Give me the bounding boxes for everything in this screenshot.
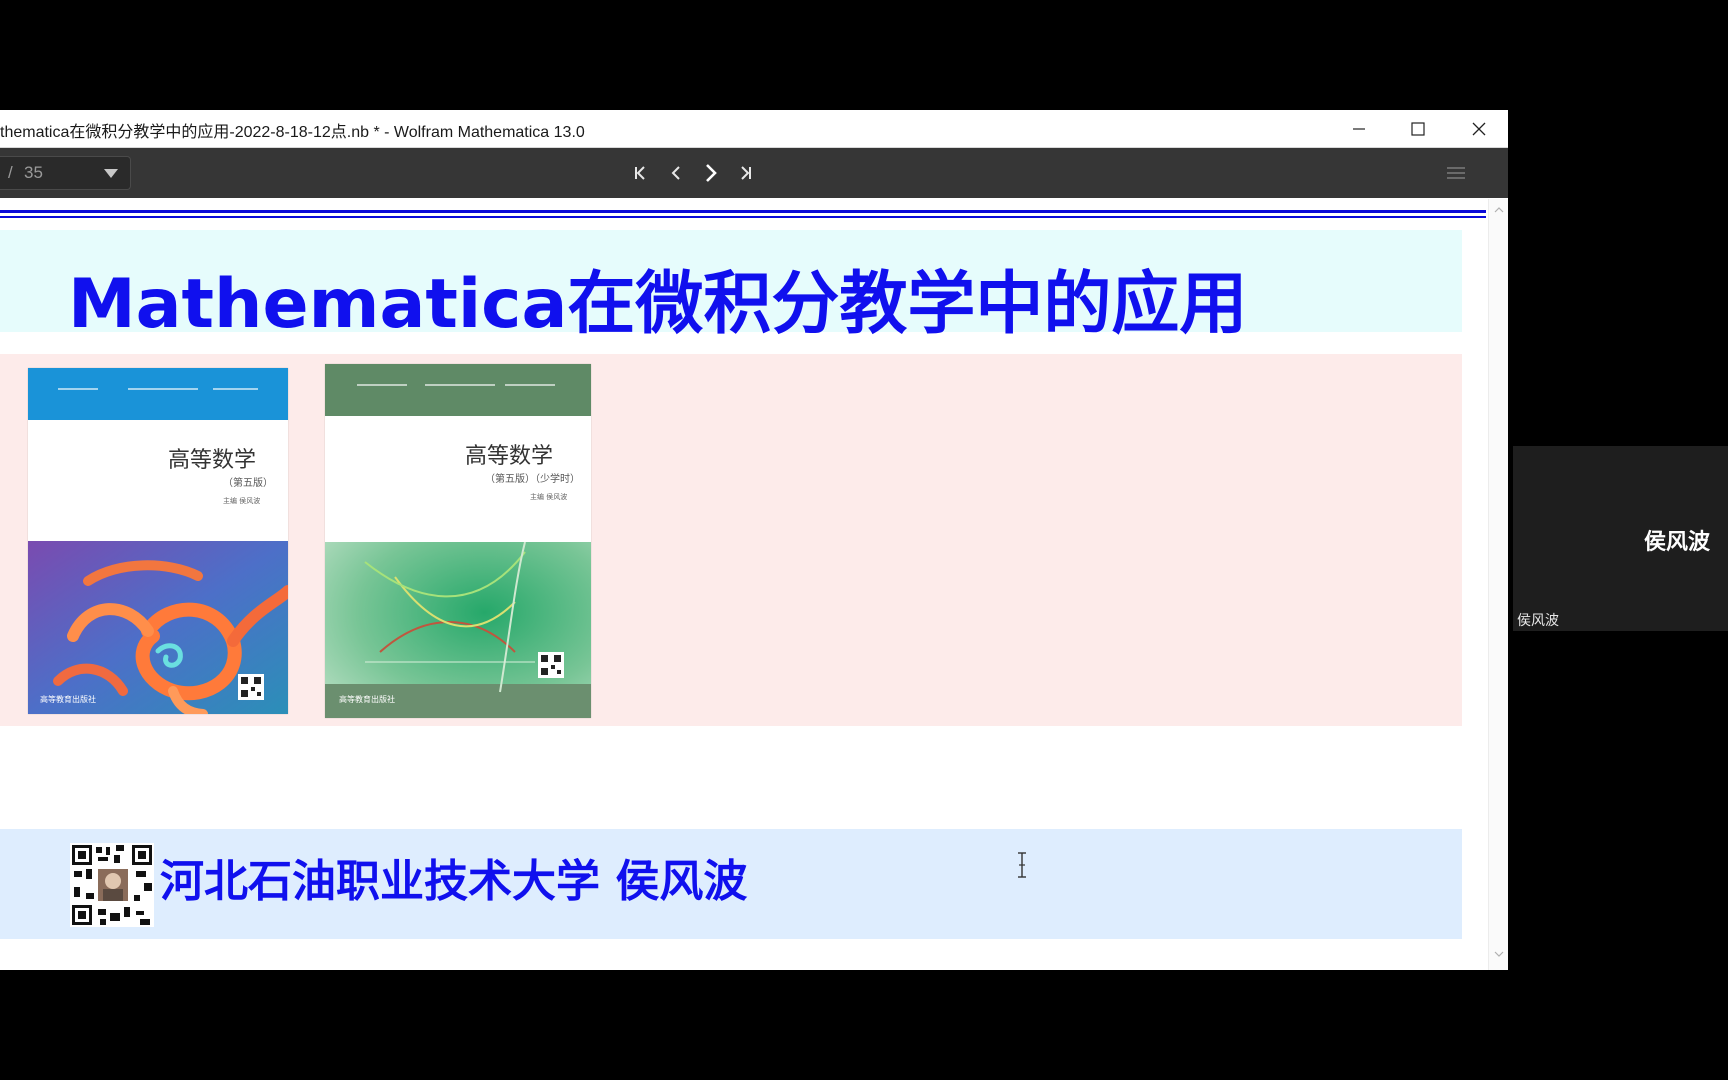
last-slide-button[interactable] (733, 160, 759, 186)
book-cover-2: 高等数学 （第五版）（少学时） 主编 侯风波 高等教育出版社 (325, 364, 591, 718)
image-cell[interactable]: 高等数学 （第五版） 主编 侯风波 高等教育出版社 高等数学 （第五版）（少学时… (0, 354, 1462, 726)
total-pages: 35 (24, 163, 43, 182)
previous-slide-icon (671, 166, 680, 180)
chevron-down-icon (1494, 951, 1504, 957)
band-line (357, 384, 407, 386)
participant-video-tile[interactable]: 侯风波 侯风波 (1513, 446, 1728, 631)
maximize-button[interactable] (1391, 110, 1445, 147)
scroll-down-button[interactable] (1492, 947, 1506, 961)
last-slide-icon (741, 166, 751, 180)
previous-slide-button[interactable] (663, 160, 689, 186)
curves-artwork (325, 542, 591, 718)
mathematica-window: thematica在微积分教学中的应用-2022-8-18-12点.nb * -… (0, 110, 1508, 970)
slide-content[interactable]: Mathematica在微积分教学中的应用 高等数学 （第五版） 主编 侯风波 (0, 199, 1508, 970)
book-title: 高等数学 (168, 448, 257, 473)
first-slide-icon (635, 166, 645, 180)
participant-name-large: 侯风波 (1643, 530, 1710, 555)
minimize-icon (1353, 127, 1365, 130)
book-publisher: 高等教育出版社 (339, 695, 395, 704)
chevron-down-icon (104, 169, 118, 178)
book-author: 主编 侯风波 (530, 493, 568, 501)
band-line (213, 388, 258, 390)
page-separator: / (8, 163, 13, 182)
slideshow-toolbar: / 35 (0, 148, 1508, 198)
book-cover-band (28, 368, 288, 420)
next-slide-icon (706, 164, 717, 182)
minimize-button[interactable] (1332, 110, 1386, 147)
page-selector[interactable]: / 35 (0, 156, 131, 190)
hamburger-menu-icon (1447, 167, 1465, 179)
slide-title: Mathematica在微积分教学中的应用 (68, 265, 1248, 344)
menu-button[interactable] (1442, 160, 1470, 186)
slide-top-rule (0, 210, 1486, 213)
book-title: 高等数学 (465, 444, 554, 469)
next-slide-button[interactable] (698, 160, 724, 186)
first-slide-button[interactable] (627, 160, 653, 186)
qr-code-icon (70, 843, 154, 927)
slide-top-rule-thin (0, 216, 1486, 218)
title-bar[interactable]: thematica在微积分教学中的应用-2022-8-18-12点.nb * -… (0, 110, 1508, 148)
book-cover-1: 高等数学 （第五版） 主编 侯风波 高等教育出版社 (28, 368, 288, 714)
book-publisher: 高等教育出版社 (40, 695, 96, 704)
footer-cell[interactable]: 河北石油职业技术大学 侯风波 (0, 829, 1462, 939)
window-title: thematica在微积分教学中的应用-2022-8-18-12点.nb * -… (0, 124, 585, 141)
band-line (58, 388, 98, 390)
close-icon (1472, 122, 1486, 135)
band-line (425, 384, 495, 386)
close-button[interactable] (1452, 110, 1506, 147)
participant-name-label: 侯风波 (1517, 613, 1559, 629)
book-cover-band (325, 364, 591, 416)
chevron-up-icon (1494, 207, 1504, 213)
vertical-scrollbar[interactable] (1488, 199, 1508, 970)
band-line (505, 384, 555, 386)
title-cell[interactable]: Mathematica在微积分教学中的应用 (0, 230, 1462, 344)
band-line (128, 388, 198, 390)
scroll-up-button[interactable] (1492, 203, 1506, 217)
book-subtitle: （第五版）（少学时） (485, 474, 580, 485)
spiral-artwork (28, 541, 288, 714)
book-author: 主编 侯风波 (223, 497, 261, 505)
footer-author-line: 河北石油职业技术大学 侯风波 (160, 856, 748, 907)
text-cursor-icon (1018, 852, 1026, 878)
book-subtitle: （第五版） (223, 478, 273, 489)
maximize-icon (1411, 121, 1425, 136)
